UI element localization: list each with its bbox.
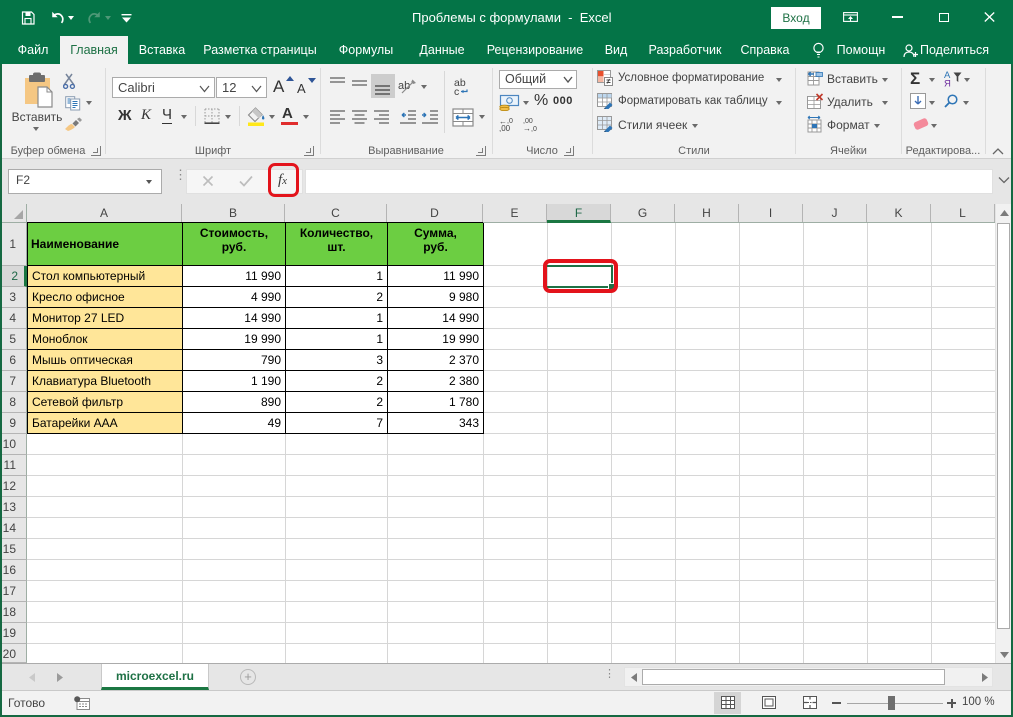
svg-text:,0: ,0 (531, 126, 537, 132)
svg-text:,00: ,00 (499, 124, 511, 132)
svg-text:c: c (454, 86, 459, 96)
svg-text:Я: Я (944, 79, 951, 88)
svg-text:→: → (523, 124, 531, 132)
